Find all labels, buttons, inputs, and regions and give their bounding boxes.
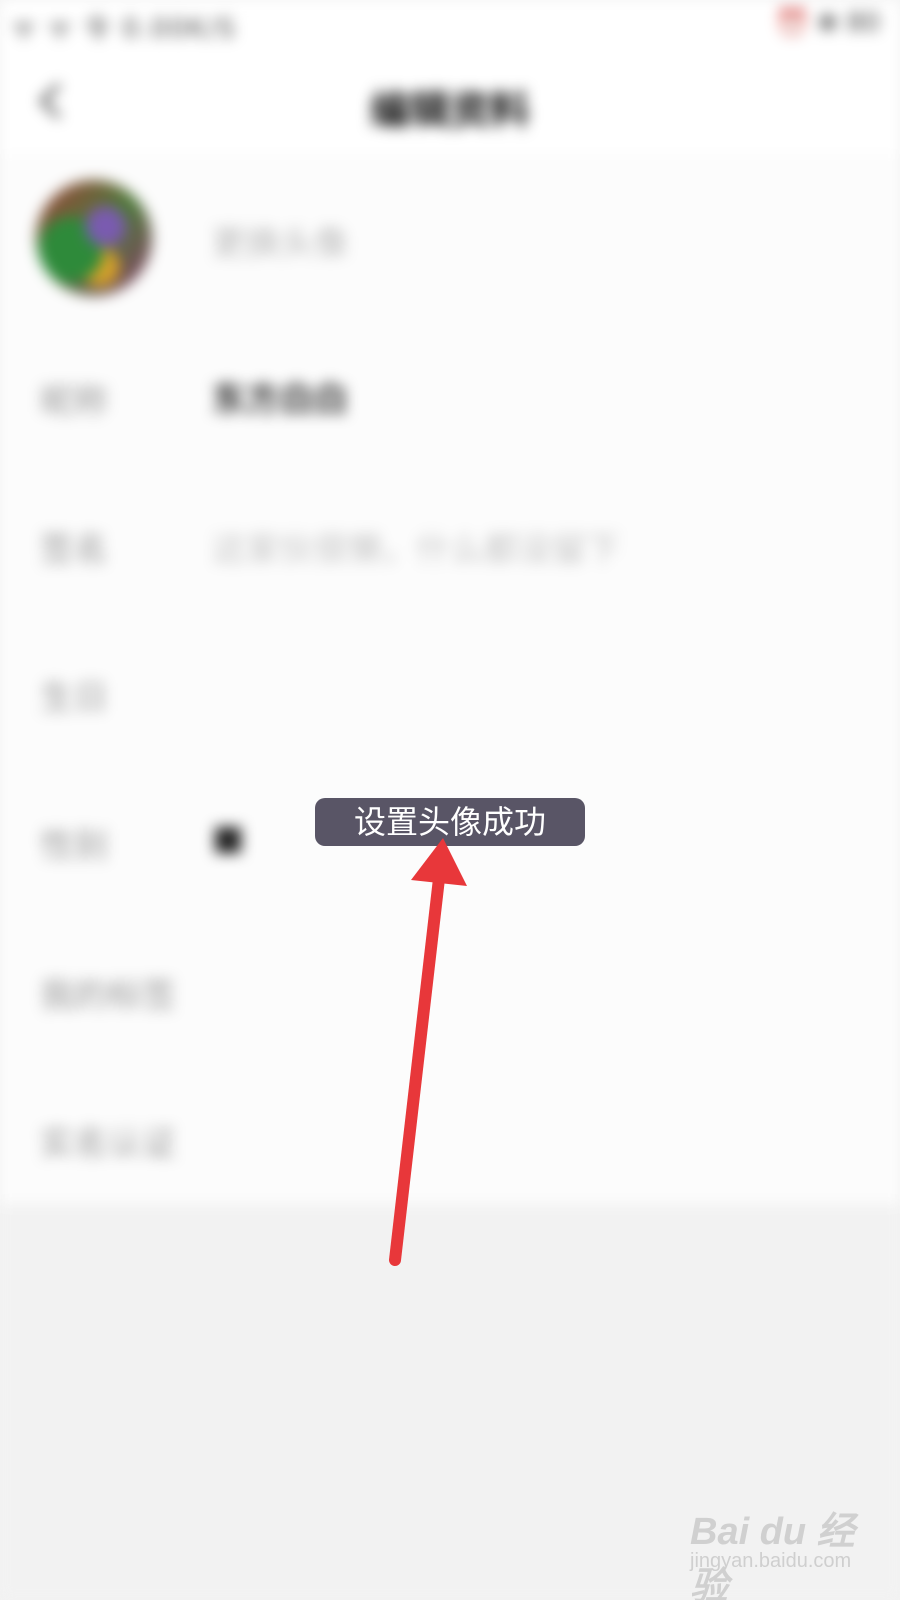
toast-message: 设置头像成功 [315,798,585,846]
change-avatar-label: 更换头像 [212,224,348,264]
signature-value: 这家伙很懒，什么都没留下 [212,530,620,570]
row-avatar[interactable]: 更换头像 [0,154,900,324]
signature-label: 签名 [40,530,108,570]
row-verification[interactable]: 实名认证 [0,1064,900,1206]
status-bar-left: ᯤ ᯤ 令 0.00K/S [12,14,237,44]
profile-edit-list: 更换头像 昵称 东方白白 签名 这家伙很懒，什么都没留下 生日 性别 ■ 我的标… [0,154,900,1206]
avatar[interactable] [36,180,152,296]
row-birthday[interactable]: 生日 [0,618,900,768]
gender-label: 性别 [40,826,108,866]
navigation-bar: 编辑资料 [0,50,900,154]
row-signature[interactable]: 签名 这家伙很懒，什么都没留下 [0,470,900,620]
page-title: 编辑资料 [370,88,530,134]
status-bar-right: ⏰ ❀ 80 [776,8,880,38]
gender-value: ■ [212,818,245,858]
row-my-tags[interactable]: 我的标签 [0,914,900,1066]
screen: ᯤ ᯤ 令 0.00K/S ⏰ ❀ 80 编辑资料 更换头像 昵称 东方白白 签… [0,0,900,1600]
birthday-label: 生日 [40,678,108,718]
my-tags-label: 我的标签 [40,976,176,1016]
baidu-jingyan-watermark: Bai du 经验 jingyan.baidu.com [690,1500,880,1600]
verification-label: 实名认证 [40,1124,176,1164]
status-bar: ᯤ ᯤ 令 0.00K/S ⏰ ❀ 80 [0,0,900,50]
watermark-url: jingyan.baidu.com [690,1550,852,1572]
nickname-value: 东方白白 [212,380,348,420]
nickname-label: 昵称 [40,382,108,422]
row-nickname[interactable]: 昵称 东方白白 [0,322,900,472]
